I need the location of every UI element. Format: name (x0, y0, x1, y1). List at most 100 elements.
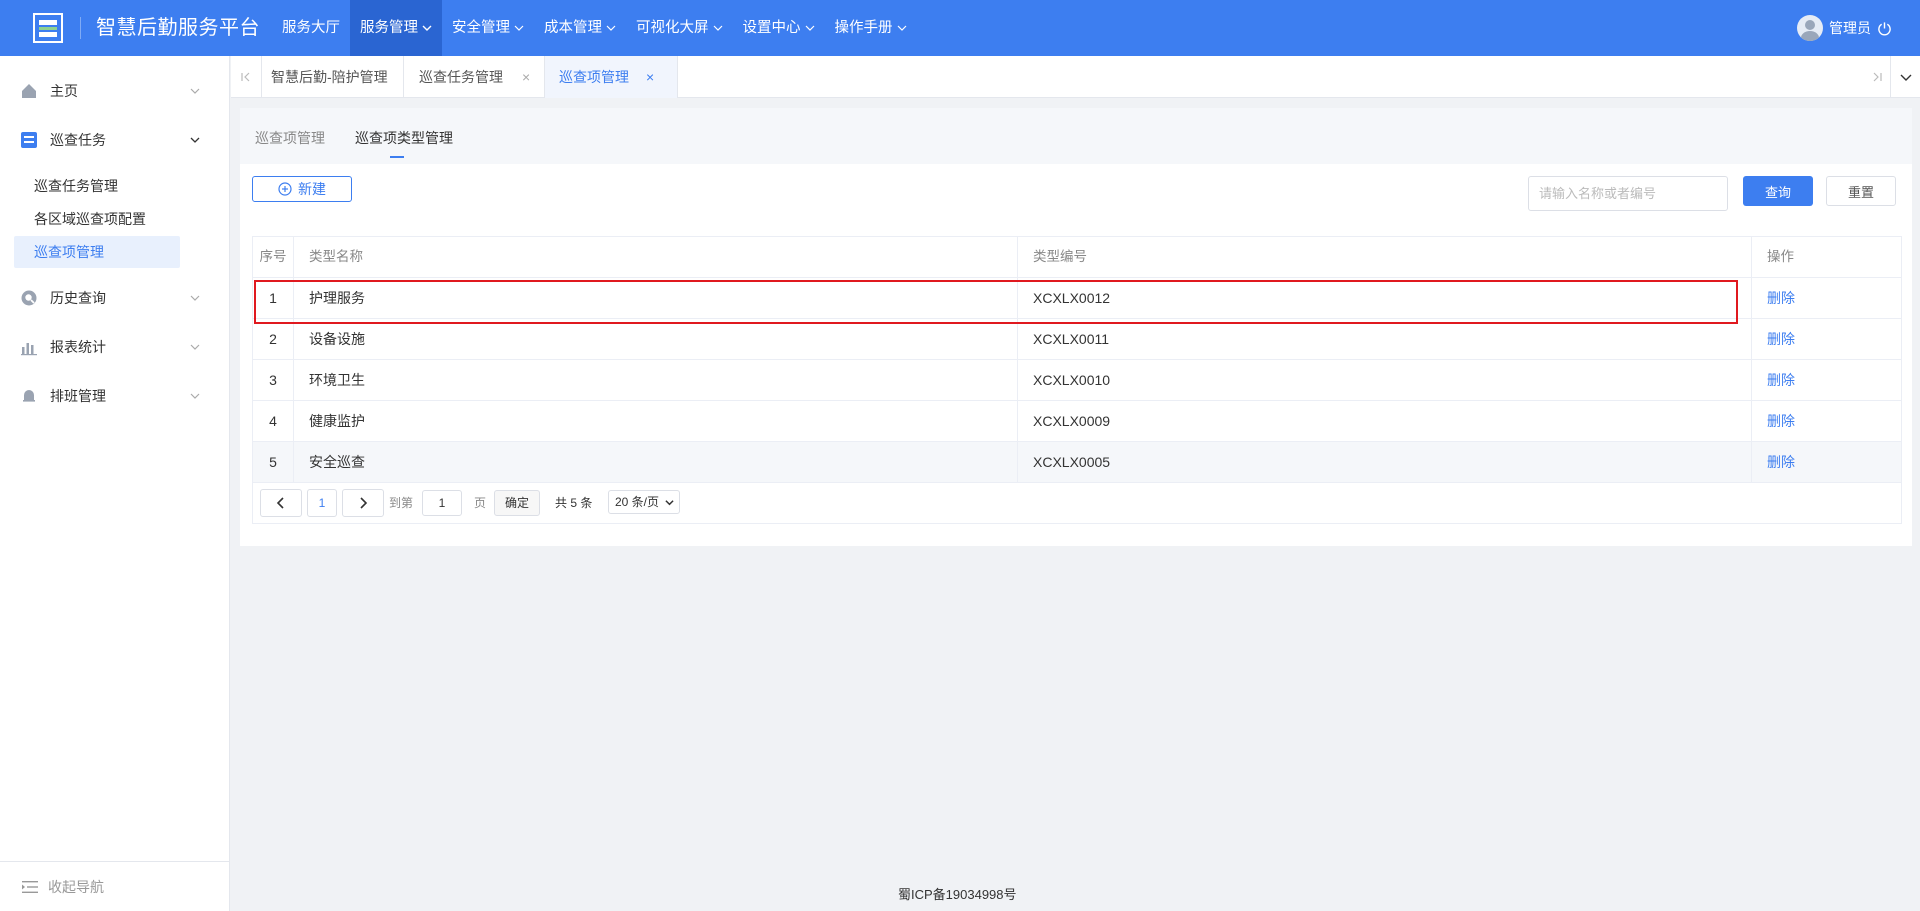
top-nav: 服务大厅 服务管理 安全管理 成本管理 可视化大屏 设置中心 操作手册 (272, 0, 917, 56)
nav-item-manual[interactable]: 操作手册 (825, 0, 917, 56)
next-page-button[interactable] (342, 489, 384, 517)
delete-link[interactable]: 删除 (1767, 360, 1795, 400)
collapse-nav-label: 收起导航 (48, 878, 104, 895)
nav-item-service-hall[interactable]: 服务大厅 (272, 0, 350, 56)
user-menu[interactable]: 管理员 (1797, 0, 1892, 56)
chevron-left-icon (276, 497, 284, 509)
sidebar-item-patrol-task[interactable]: 巡查任务 (0, 120, 229, 160)
prev-page-button[interactable] (260, 489, 302, 517)
nav-item-service-management[interactable]: 服务管理 (350, 0, 442, 56)
chevron-down-icon (190, 88, 200, 94)
row-type-name: 环境卫生 (309, 372, 365, 388)
nav-label: 可视化大屏 (636, 20, 709, 36)
collapse-nav-button[interactable]: 收起导航 (0, 861, 229, 911)
chevron-down-icon (422, 25, 432, 31)
search-input[interactable] (1528, 176, 1728, 211)
sidebar-item-label: 巡查任务 (50, 132, 106, 148)
nav-item-safety-management[interactable]: 安全管理 (442, 0, 534, 56)
sidebar-item-home[interactable]: 主页 (0, 71, 229, 111)
delete-link[interactable]: 删除 (1767, 442, 1795, 482)
row-type-code: XCXLX0010 (1033, 372, 1111, 388)
chevron-down-icon (805, 25, 814, 31)
row-index: 2 (269, 331, 277, 347)
page-size-select[interactable]: 20 条/页 (608, 490, 680, 514)
chart-icon (21, 343, 37, 356)
table-row[interactable]: 2 设备设施 XCXLX0011 删除 (253, 319, 1901, 360)
task-icon (21, 132, 37, 148)
delete-link[interactable]: 删除 (1767, 401, 1795, 441)
tab-escort-management[interactable]: 智慧后勤-陪护管理 (271, 56, 388, 98)
active-subtab-indicator (390, 156, 404, 158)
table-row[interactable]: 4 健康监护 XCXLX0009 删除 (253, 401, 1901, 442)
chevron-down-icon (713, 25, 722, 31)
column-header-type-code: 类型编号 (1033, 249, 1087, 264)
table-header-row: 序号 类型名称 类型编号 操作 (253, 237, 1901, 278)
subtab-patrol-item-management[interactable]: 巡查项管理 (255, 108, 325, 164)
pagination-row: 1 到第 1 页 确定 共 5 条 20 条/页 (253, 483, 1901, 523)
nav-label: 安全管理 (452, 20, 510, 36)
chevron-down-icon (897, 25, 906, 31)
row-type-name: 安全巡查 (309, 454, 365, 470)
chevron-right-icon (360, 497, 368, 509)
sidebar-item-scheduling[interactable]: 排班管理 (0, 376, 229, 416)
sidebar-subitem-patrol-item-management[interactable]: 巡查项管理 (14, 236, 180, 268)
sidebar-item-reports[interactable]: 报表统计 (0, 327, 229, 367)
table-row[interactable]: 5 安全巡查 XCXLX0005 删除 (253, 442, 1901, 483)
reset-button[interactable]: 重置 (1826, 176, 1896, 206)
sidebar-subitem-area-patrol-config[interactable]: 各区域巡查项配置 (14, 203, 180, 235)
nav-item-cost-management[interactable]: 成本管理 (534, 0, 626, 56)
power-icon[interactable] (1877, 21, 1892, 36)
home-icon (22, 84, 36, 98)
row-type-code: XCXLX0009 (1033, 413, 1111, 429)
chevron-down-icon (665, 500, 674, 506)
chevron-down-icon (190, 295, 200, 301)
column-header-index: 序号 (259, 249, 287, 264)
table-row[interactable]: 1 护理服务 XCXLX0012 删除 (253, 278, 1901, 319)
delete-link[interactable]: 删除 (1767, 278, 1795, 318)
row-index: 5 (269, 454, 277, 470)
row-type-name: 设备设施 (309, 331, 365, 347)
sidebar: 主页 巡查任务 巡查任务管理 各区域巡查项配置 巡查项管理 历史查询 报表统计 … (0, 56, 230, 911)
goto-page-input[interactable]: 1 (422, 490, 462, 516)
page-size-value: 20 条/页 (615, 495, 660, 509)
user-name[interactable]: 管理员 (1829, 18, 1871, 38)
bell-icon (23, 390, 35, 402)
row-type-name: 健康监护 (309, 413, 365, 429)
nav-label: 服务管理 (360, 20, 418, 36)
app-title: 智慧后勤服务平台 (96, 17, 260, 39)
nav-item-settings-center[interactable]: 设置中心 (733, 0, 825, 56)
tabs-scroll-right-icon[interactable] (1864, 56, 1890, 98)
nav-label: 成本管理 (544, 20, 602, 36)
sidebar-item-label: 主页 (50, 83, 78, 99)
main-panel: 巡查项管理 巡查项类型管理 新建 查询 重置 序号 类型名称 类型编号 操作 1… (240, 108, 1912, 546)
page-number-current[interactable]: 1 (307, 489, 337, 517)
top-header: 智慧后勤服务平台 服务大厅 服务管理 安全管理 成本管理 可视化大屏 设置中心 … (0, 0, 1920, 56)
nav-label: 设置中心 (742, 20, 801, 36)
nav-item-visual-screen[interactable]: 可视化大屏 (626, 0, 733, 56)
sidebar-item-label: 历史查询 (50, 290, 106, 306)
nav-label: 操作手册 (834, 20, 893, 36)
query-button[interactable]: 查询 (1743, 176, 1813, 206)
row-index: 4 (269, 413, 277, 429)
row-type-name: 护理服务 (309, 290, 365, 306)
goto-confirm-button[interactable]: 确定 (494, 490, 540, 516)
sidebar-subitem-patrol-task-management[interactable]: 巡查任务管理 (14, 170, 180, 202)
tabs-scroll-left-icon[interactable] (233, 56, 259, 98)
avatar[interactable] (1797, 15, 1823, 41)
table-row[interactable]: 3 环境卫生 XCXLX0010 删除 (253, 360, 1901, 401)
sidebar-item-history[interactable]: 历史查询 (0, 278, 229, 318)
row-type-code: XCXLX0012 (1033, 290, 1111, 306)
new-button[interactable]: 新建 (252, 176, 352, 202)
sub-tabs: 巡查项管理 巡查项类型管理 (240, 108, 1912, 164)
delete-link[interactable]: 删除 (1767, 319, 1795, 359)
tab-close-icon[interactable]: × (522, 56, 536, 98)
chevron-down-icon (606, 25, 616, 31)
tab-patrol-task-management[interactable]: 巡查任务管理 (419, 56, 503, 98)
column-header-actions: 操作 (1767, 249, 1794, 264)
tab-close-icon[interactable]: × (646, 56, 660, 98)
tabs-more-chevron-down-icon[interactable] (1890, 56, 1920, 98)
subtab-patrol-item-type-management[interactable]: 巡查项类型管理 (355, 108, 453, 164)
nav-label: 服务大厅 (282, 20, 340, 36)
chevron-down-icon (190, 137, 200, 143)
sidebar-item-label: 报表统计 (50, 339, 106, 355)
